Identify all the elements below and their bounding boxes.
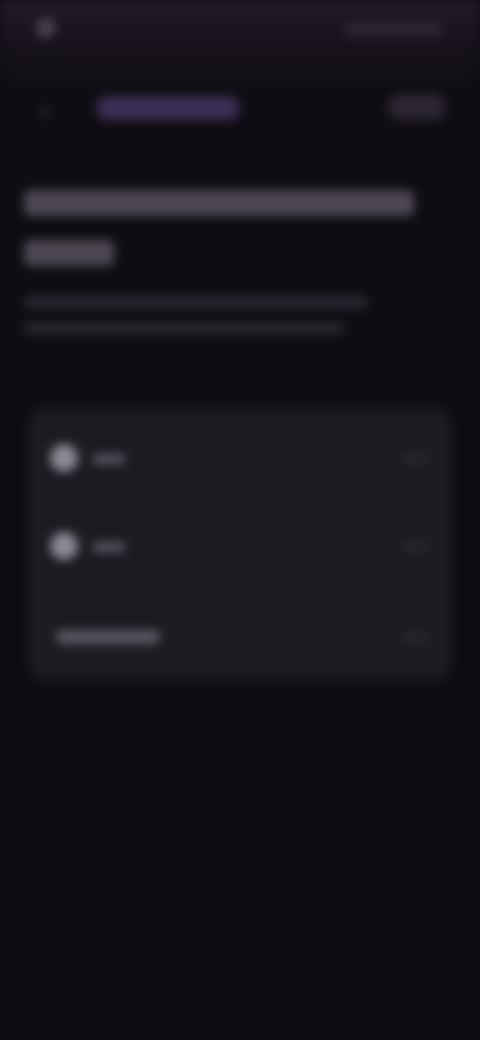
list-item-right-placeholder [400,542,430,550]
subtitle-line-1 [24,296,368,308]
list-item-right-placeholder [400,454,430,462]
blurred-screen: ‹ [0,0,480,1040]
list-item-label-placeholder [92,454,126,464]
options-card [28,408,452,680]
status-right-indicator [344,24,444,36]
nav-center-pill[interactable] [96,96,240,120]
row-divider [48,499,432,500]
circle-icon [50,444,78,472]
circle-icon [50,532,78,560]
list-item-label-placeholder [92,542,126,552]
list-item[interactable] [28,596,452,676]
list-item[interactable] [28,416,452,500]
list-item-right-placeholder [400,634,430,642]
top-nav: ‹ [0,80,480,136]
list-item-label-placeholder [56,630,160,644]
nav-right-button[interactable] [388,94,446,120]
back-arrow-icon[interactable]: ‹ [32,98,58,124]
status-bar [0,0,480,56]
list-item[interactable] [28,504,452,588]
status-indicator-icon [36,18,56,38]
row-divider [48,587,432,588]
heading-line-2 [24,240,114,266]
subtitle-line-2 [24,322,344,334]
heading-line-1 [24,190,414,216]
